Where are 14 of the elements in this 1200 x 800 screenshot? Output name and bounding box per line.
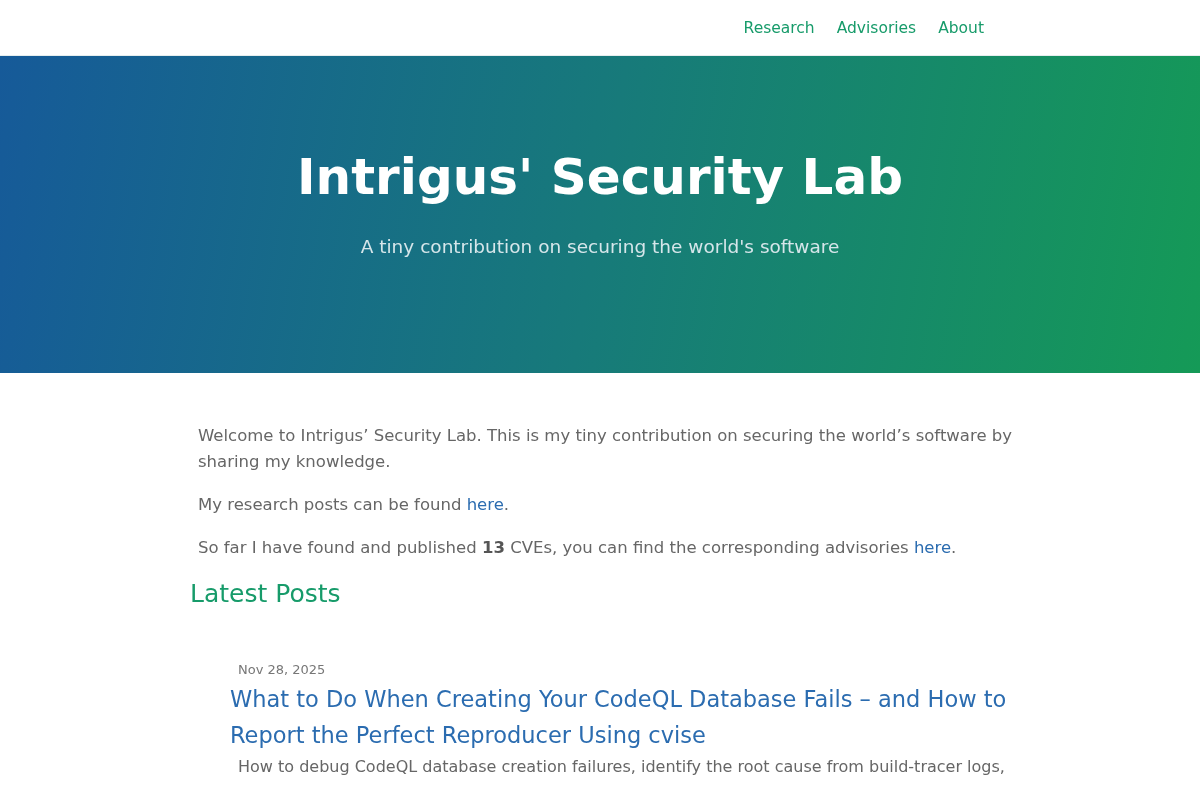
intro-paragraph: Welcome to Intrigus’ Security Lab. This is my tiny contribution on securing the world’s software by sharing my knowledge. (198, 425, 1013, 473)
intro-paragraph: So far I have found and published 13 CVEs, you can find the corresponding advisories here. (198, 537, 958, 559)
post-excerpt: How to debug CodeQL database creation failures, identify the root cause from build-tracer logs, (238, 757, 1006, 777)
post-title-link[interactable]: What to Do When Creating Your CodeQL Database Fails – and How to Report the Perfect Reproducer Using cvise (230, 681, 1016, 753)
intro-paragraph: My research posts can be found here. (198, 494, 511, 516)
post-date: Nov 28, 2025 (237, 662, 327, 677)
nav-link[interactable]: About (938, 18, 984, 37)
nav-link[interactable]: Research (743, 18, 815, 37)
nav-link[interactable]: Advisories (836, 18, 917, 37)
site-subtitle: A tiny contribution on securing the world's software (360, 236, 840, 257)
here-link[interactable]: here (913, 538, 952, 557)
here-link[interactable]: here (466, 495, 504, 514)
latest-posts-heading: Latest Posts (190, 579, 342, 608)
site-title: Intrigus' Security Lab (297, 148, 903, 206)
